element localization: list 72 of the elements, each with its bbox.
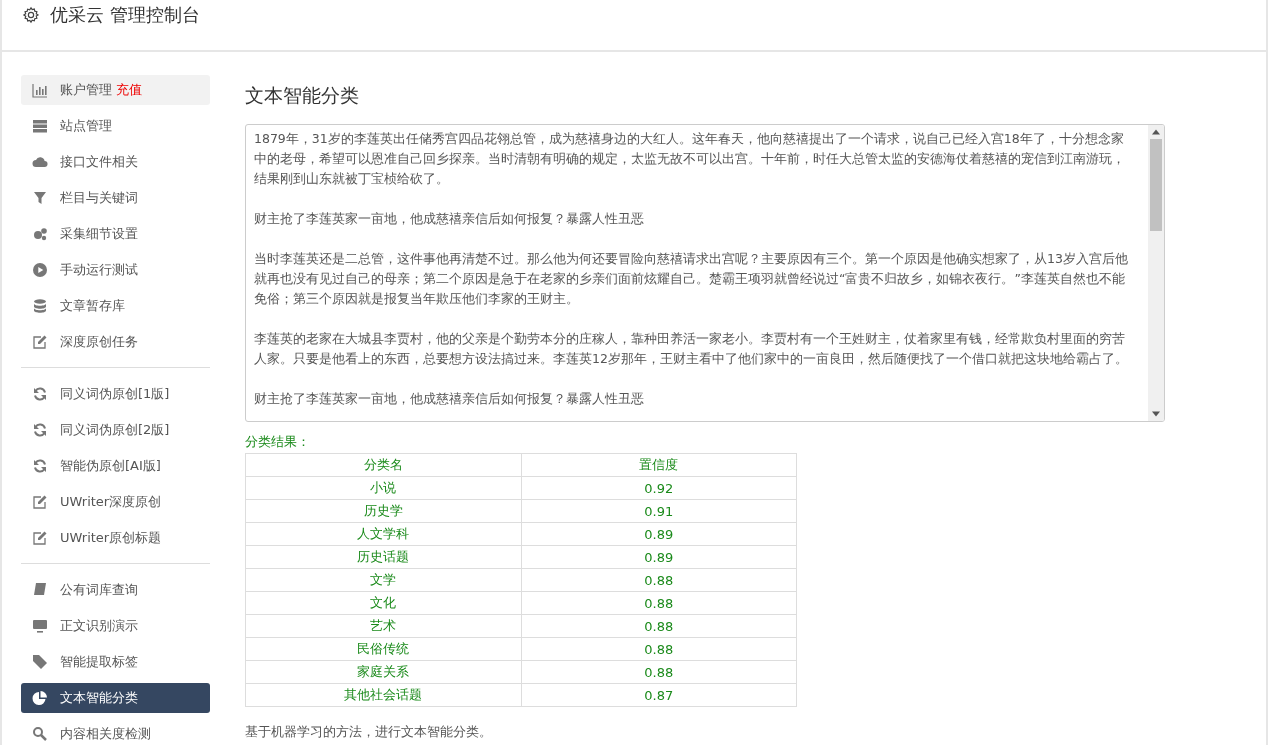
scroll-thumb[interactable] <box>1150 139 1162 231</box>
table-cell: 艺术 <box>245 614 521 638</box>
sidebar-item[interactable]: 接口文件相关 <box>21 147 210 177</box>
paragraph: 当时李莲英还是二总管，这件事他再清楚不过。那么他为何还要冒险向慈禧请求出宫呢？主要原因有三个。第一个原因是他确实想家了，从13岁入宫后他就再也没有见过自己的母亲；第二个原因是急于在老家的乡亲们面前炫耀自己。楚霸王项羽就曾经说过“富贵不归故乡，如锦衣夜行。”李莲英自然也不能免俗；第三个原因就是报复当年欺压他们李家的王财主。 <box>254 250 1128 308</box>
sidebar-item[interactable]: 同义词伪原创[2版] <box>21 415 210 445</box>
tag-icon <box>32 654 48 670</box>
scroll-up-icon[interactable] <box>1152 129 1160 135</box>
sidebar-item[interactable]: 同义词伪原创[1版] <box>21 379 210 409</box>
table-cell: 0.92 <box>521 476 797 500</box>
sidebar-item[interactable]: UWriter原创标题 <box>21 523 210 553</box>
sidebar-item[interactable]: 内容相关度检测 <box>21 719 210 745</box>
paragraph: 李莲英的老家在大城县李贾村，他的父亲是个勤劳本分的庄稼人，靠种田养活一家老小。李贾村有一个王姓财主，仗着家里有钱，经常欺负村里面的穷苦人家。只要是他看上的东西，总要想方设法搞过来。李莲英12岁那年，王财主看中了他们家中的一亩良田，然后随便找了一个借口就把这块地给霸占了。 <box>254 330 1128 368</box>
play-icon <box>32 262 48 278</box>
sidebar-item[interactable]: 账户管理 充值 <box>21 75 210 105</box>
bar-chart-icon <box>32 82 48 98</box>
table-cell: 0.88 <box>521 660 797 684</box>
refresh-icon <box>32 386 48 402</box>
sidebar-item[interactable]: UWriter深度原创 <box>21 487 210 517</box>
paragraph: 财主抢了李莲英家一亩地，他成慈禧亲信后如何报复？暴露人性丑恶 <box>254 390 645 408</box>
text-area[interactable] <box>245 124 1165 422</box>
table-cell: 0.88 <box>521 591 797 615</box>
sidebar-item[interactable]: 手动运行测试 <box>21 255 210 285</box>
table-cell: 家庭关系 <box>245 660 521 684</box>
refresh-icon <box>32 422 48 438</box>
sidebar-item[interactable]: 文章暂存库 <box>21 291 210 321</box>
scrollbar[interactable] <box>1148 125 1164 421</box>
monitor-icon <box>32 618 48 634</box>
pie-chart-icon <box>32 690 48 706</box>
table-cell: 人文学科 <box>245 522 521 546</box>
edit-icon <box>32 530 48 546</box>
table-cell: 文化 <box>245 591 521 615</box>
refresh-icon <box>32 458 48 474</box>
table-cell: 历史学 <box>245 499 521 523</box>
cloud-upload-icon <box>32 154 48 170</box>
column-header: 分类名 <box>245 453 521 477</box>
description-text: 基于机器学习的方法，进行文本智能分类。 <box>245 723 493 741</box>
table-cell: 0.89 <box>521 522 797 546</box>
edit-icon <box>32 334 48 350</box>
table-cell: 0.89 <box>521 545 797 569</box>
table-cell: 历史话题 <box>245 545 521 569</box>
table-cell: 0.88 <box>521 568 797 592</box>
scroll-down-icon[interactable] <box>1152 411 1160 417</box>
filter-icon <box>32 190 48 206</box>
sidebar-item[interactable]: 文本智能分类 <box>21 683 210 713</box>
table-cell: 小说 <box>245 476 521 500</box>
page-title: 文本智能分类 <box>245 83 360 108</box>
sidebar-item[interactable]: 智能提取标签 <box>21 647 210 677</box>
result-label: 分类结果： <box>245 434 311 451</box>
table-cell: 0.91 <box>521 499 797 523</box>
table-cell: 0.87 <box>521 683 797 707</box>
sidebar-item[interactable]: 栏目与关键词 <box>21 183 210 213</box>
column-header: 置信度 <box>521 453 797 477</box>
database-icon <box>32 298 48 314</box>
sidebar-item[interactable]: 智能伪原创[AI版] <box>21 451 210 481</box>
magnifier-icon <box>32 726 48 742</box>
paragraph: 财主抢了李莲英家一亩地，他成慈禧亲信后如何报复？暴露人性丑恶 <box>254 210 645 228</box>
table-cell: 民俗传统 <box>245 637 521 661</box>
paragraph: 1879年，31岁的李莲英出任储秀宫四品花翎总管，成为慈禧身边的大红人。这年春天，他向慈禧提出了一个请求，说自己已经入宫18年了，十分想念家中的老母，希望可以恩准自己回乡探亲。当时清朝有明确的规定，太监无故不可以出宫。十年前，时任大总管太监的安德海仗着慈禧的宠信到江南游玩，结果刚到山东就被丁宝桢给砍了。 <box>254 130 1126 188</box>
sidebar-item[interactable]: 公有词库查询 <box>21 575 210 605</box>
table-cell: 0.88 <box>521 637 797 661</box>
table-cell: 其他社会话题 <box>245 683 521 707</box>
sidebar-item[interactable]: 站点管理 <box>21 111 210 141</box>
sidebar-item[interactable]: 采集细节设置 <box>21 219 210 249</box>
edit-icon <box>32 494 48 510</box>
sidebar-item[interactable]: 深度原创任务 <box>21 327 210 357</box>
server-icon <box>32 118 48 134</box>
table-cell: 文学 <box>245 568 521 592</box>
app-title: 优采云 管理控制台 <box>50 4 200 26</box>
settings-icon <box>22 6 40 24</box>
recharge-link[interactable]: 充值 <box>116 81 142 99</box>
sidebar-item[interactable]: 正文识别演示 <box>21 611 210 641</box>
table-cell: 0.88 <box>521 614 797 638</box>
